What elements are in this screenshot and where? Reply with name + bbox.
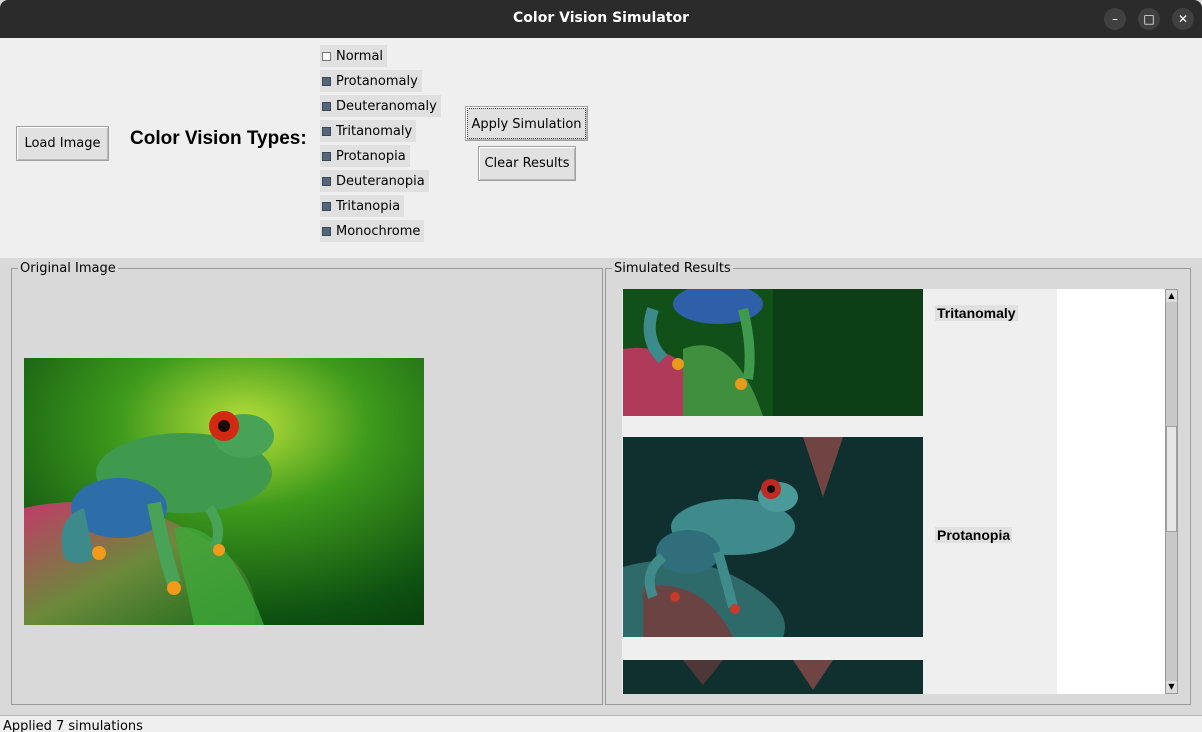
tritanomaly-result-image (623, 289, 923, 416)
checkbox-checked-icon[interactable] (322, 101, 331, 111)
scroll-down-icon[interactable]: ▼ (1166, 681, 1177, 693)
load-image-button[interactable]: Load Image (16, 126, 109, 161)
checkbox-label: Normal (336, 48, 384, 64)
checkbox-label: Deuteranopia (336, 173, 425, 189)
clear-results-button[interactable]: Clear Results (478, 146, 576, 181)
result-label: Tritanomaly (935, 305, 1018, 321)
checkbox-label: Protanomaly (336, 73, 418, 89)
title-bar: Color Vision Simulator – □ ✕ (0, 0, 1202, 38)
checkbox-unchecked-icon[interactable] (322, 51, 331, 61)
checkbox-label: Tritanomaly (336, 123, 413, 139)
checkbox-tritanopia[interactable]: Tritanopia (320, 195, 405, 217)
apply-simulation-label: Apply Simulation (467, 108, 586, 139)
checkbox-label: Deuteranomaly (336, 98, 437, 114)
checkbox-monochrome[interactable]: Monochrome (320, 220, 425, 242)
result-label: Protanopia (935, 527, 1013, 543)
color-vision-types-label: Color Vision Types: (130, 128, 307, 149)
simulated-results-frame: Simulated Results Tritanomaly Protanopia… (605, 261, 1191, 705)
checkbox-deuteranopia[interactable]: Deuteranopia (320, 170, 429, 192)
simulated-results-title: Simulated Results (612, 261, 733, 276)
status-bar: Applied 7 simulations (0, 715, 1202, 732)
results-scrollbar[interactable]: ▲ ▼ (1165, 289, 1178, 694)
checkbox-protanomaly[interactable]: Protanomaly (320, 70, 422, 92)
checkbox-normal[interactable]: Normal (320, 45, 388, 67)
scroll-up-icon[interactable]: ▲ (1166, 290, 1177, 302)
original-image-title: Original Image (18, 261, 118, 276)
checkbox-checked-icon[interactable] (322, 176, 331, 186)
results-canvas-blank (1057, 289, 1165, 694)
results-list: Tritanomaly Protanopia (622, 289, 1057, 694)
window-title: Color Vision Simulator (513, 10, 689, 26)
checkbox-checked-icon[interactable] (322, 76, 331, 86)
checkbox-tritanomaly[interactable]: Tritanomaly (320, 120, 417, 142)
apply-simulation-button[interactable]: Apply Simulation (465, 106, 588, 141)
checkbox-label: Protanopia (336, 148, 406, 164)
status-text: Applied 7 simulations (3, 719, 143, 732)
original-image-frame: Original Image (11, 261, 603, 705)
checkbox-deuteranomaly[interactable]: Deuteranomaly (320, 95, 441, 117)
maximize-icon[interactable]: □ (1138, 8, 1160, 30)
close-icon[interactable]: ✕ (1172, 8, 1194, 30)
checkbox-label: Tritanopia (336, 198, 401, 214)
minimize-icon[interactable]: – (1104, 8, 1126, 30)
original-frog-image (24, 358, 424, 625)
control-panel: Load Image Color Vision Types: Normal Pr… (0, 38, 1202, 258)
protanopia-result-image (623, 437, 923, 637)
checkbox-checked-icon[interactable] (322, 201, 331, 211)
checkbox-protanopia[interactable]: Protanopia (320, 145, 410, 167)
checkbox-checked-icon[interactable] (322, 151, 331, 161)
checkbox-checked-icon[interactable] (322, 226, 331, 236)
scrollbar-thumb[interactable] (1166, 426, 1177, 532)
checkbox-checked-icon[interactable] (322, 126, 331, 136)
next-result-image (623, 660, 923, 694)
checkbox-label: Monochrome (336, 223, 421, 239)
